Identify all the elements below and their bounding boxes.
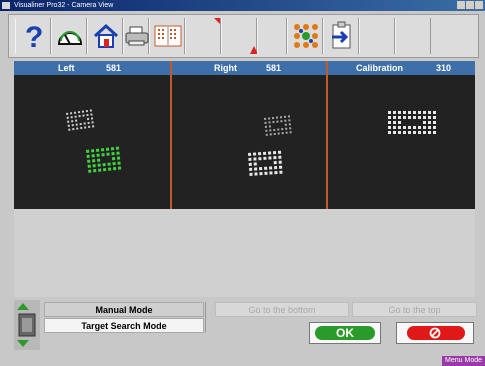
camera-view-button[interactable] <box>149 18 185 54</box>
clipboard-button[interactable] <box>323 18 359 54</box>
toolbar: ? <box>8 14 479 58</box>
calibration-panel-value: 310 <box>436 63 452 73</box>
minimize-button[interactable] <box>457 1 465 9</box>
cancel-pill <box>407 326 465 340</box>
calibration-panel-header: Calibration 310 <box>328 61 475 75</box>
calibration-panel-label: Calibration <box>356 63 404 73</box>
left-camera-image <box>66 109 122 173</box>
left-panel-label: Left <box>58 63 75 73</box>
mode-scrollbar[interactable] <box>205 302 213 333</box>
calibration-camera-view[interactable] <box>328 75 475 209</box>
clipboard-arrow-icon <box>332 21 351 49</box>
calibration-camera-image <box>388 111 436 134</box>
info-area <box>14 209 475 297</box>
help-icon: ? <box>25 21 43 51</box>
left-panel-header: Left 581 <box>14 61 170 75</box>
mode-switch[interactable] <box>14 300 40 350</box>
toolbar-slot-4[interactable] <box>359 18 395 54</box>
camera-mode-icon <box>17 303 36 347</box>
right-panel-label: Right <box>214 63 237 73</box>
svg-text:?: ? <box>25 21 43 51</box>
toolbar-slot-2[interactable] <box>221 18 258 54</box>
right-target-near <box>248 150 283 176</box>
toolbar-slot-1[interactable] <box>185 18 221 54</box>
printer-icon <box>125 26 149 46</box>
print-button[interactable] <box>123 18 149 54</box>
target-search-mode-button[interactable]: Target Search Mode <box>44 318 204 333</box>
dots-target-icon <box>294 24 318 48</box>
camera-view-icon <box>154 25 182 47</box>
cancel-icon <box>429 327 441 339</box>
home-button[interactable] <box>87 18 123 54</box>
target-dots-button[interactable] <box>287 18 323 54</box>
go-to-top-button[interactable]: Go to the top <box>352 302 477 317</box>
manual-mode-button[interactable]: Manual Mode <box>44 302 204 317</box>
toolbar-slot-3[interactable] <box>257 18 287 54</box>
ok-label: OK <box>315 326 375 340</box>
cancel-button[interactable] <box>396 322 474 344</box>
app-icon <box>2 2 10 9</box>
toolbar-slot-5[interactable] <box>395 18 431 54</box>
ok-button[interactable]: OK <box>309 322 381 344</box>
left-target-far <box>66 109 95 131</box>
application-window: Visualiner Pro32 - Camera View ? Left 58… <box>0 0 485 366</box>
calibration-target <box>388 111 436 134</box>
left-target-near <box>86 146 122 173</box>
right-camera-image <box>248 115 292 176</box>
right-panel-value: 581 <box>266 63 282 73</box>
gauge-button[interactable] <box>51 18 87 54</box>
gauge-icon <box>57 31 83 45</box>
title-bar: Visualiner Pro32 - Camera View <box>0 0 485 11</box>
go-to-bottom-button[interactable]: Go to the bottom <box>215 302 349 317</box>
right-camera-view[interactable] <box>172 75 326 209</box>
right-target-far <box>264 115 292 136</box>
left-camera-view[interactable] <box>14 75 170 209</box>
home-icon <box>93 23 119 48</box>
right-panel-header: Right 581 <box>172 61 326 75</box>
maximize-button[interactable] <box>466 1 474 9</box>
status-bar <box>0 354 485 366</box>
help-button[interactable]: ? <box>15 18 51 54</box>
window-controls <box>457 1 483 9</box>
marker-icon <box>214 18 220 24</box>
left-panel-value: 581 <box>106 63 122 73</box>
window-title: Visualiner Pro32 - Camera View <box>14 2 114 9</box>
menu-mode-indicator: Menu Mode <box>442 356 485 366</box>
close-button[interactable] <box>475 1 483 9</box>
